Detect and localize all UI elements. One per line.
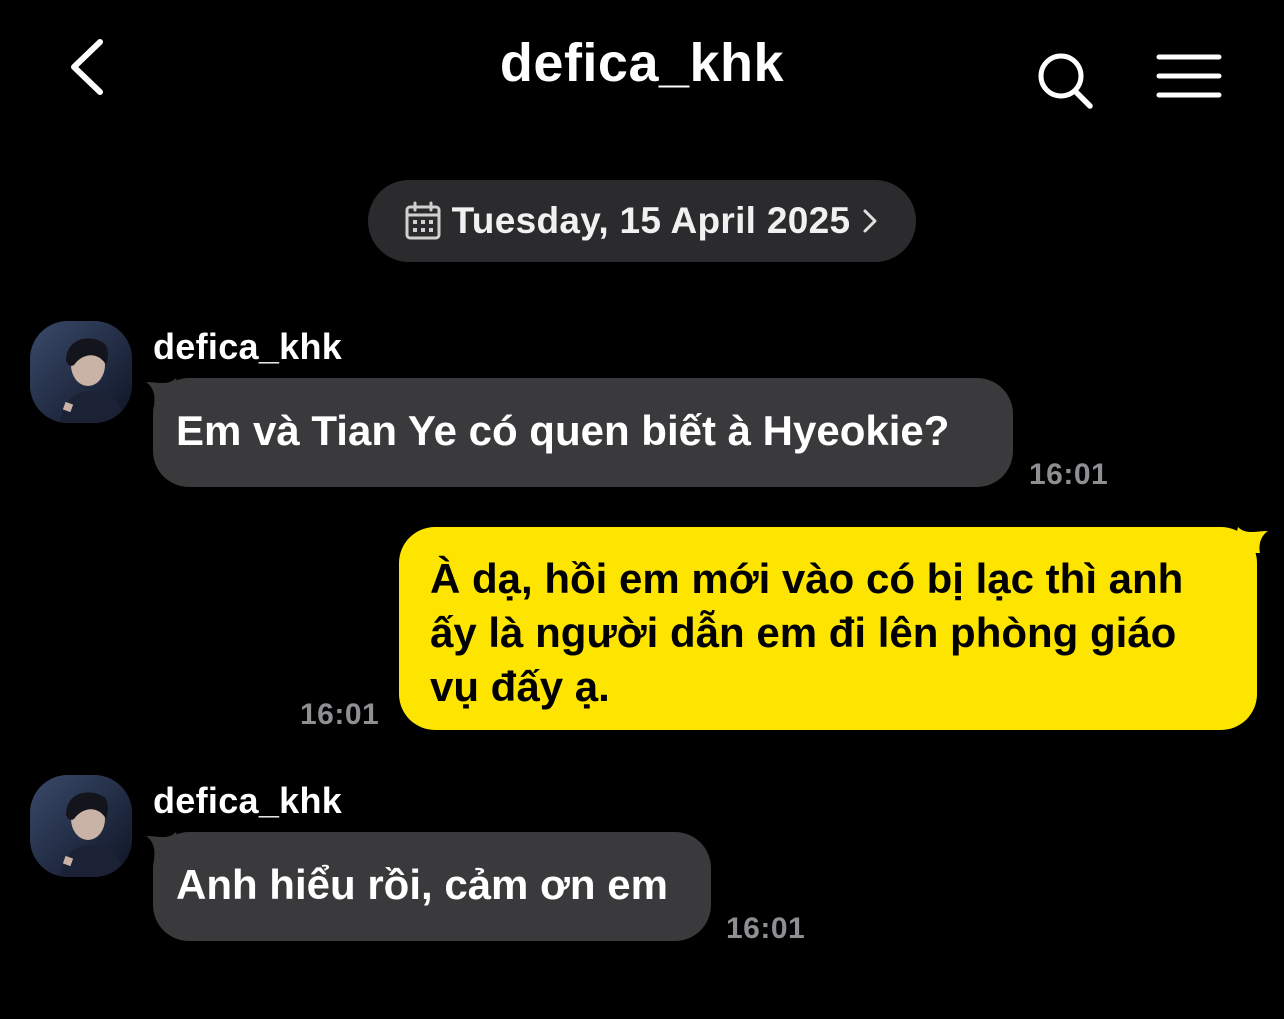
calendar-icon [405, 201, 441, 240]
message-timestamp: 16:01 [726, 912, 806, 945]
avatar-image [30, 775, 132, 877]
avatar[interactable] [30, 775, 132, 877]
message-timestamp: 16:01 [1029, 458, 1109, 491]
message-bubble-outgoing[interactable]: À dạ, hồi em mới vào có bị lạc thì anh ấ… [399, 527, 1257, 730]
chevron-right-icon [863, 209, 877, 233]
search-icon [1038, 53, 1093, 109]
message-bubble-incoming[interactable]: Anh hiểu rồi, cảm ơn em [153, 832, 711, 941]
avatar[interactable] [30, 321, 132, 423]
message-bubble-incoming[interactable]: Em và Tian Ye có quen biết à Hyeokie? [153, 378, 1013, 487]
menu-button[interactable] [1156, 52, 1222, 102]
date-divider-button[interactable]: Tuesday, 15 April 2025 [368, 180, 916, 262]
hamburger-menu-icon [1156, 54, 1222, 98]
date-label: Tuesday, 15 April 2025 [451, 200, 851, 241]
chat-header: defica_khk [0, 0, 1284, 140]
message-sender-name: defica_khk [153, 326, 343, 367]
message-timestamp: 16:01 [300, 698, 380, 731]
message-sender-name: defica_khk [153, 780, 343, 821]
search-button[interactable] [1034, 50, 1096, 112]
avatar-image [30, 321, 132, 423]
